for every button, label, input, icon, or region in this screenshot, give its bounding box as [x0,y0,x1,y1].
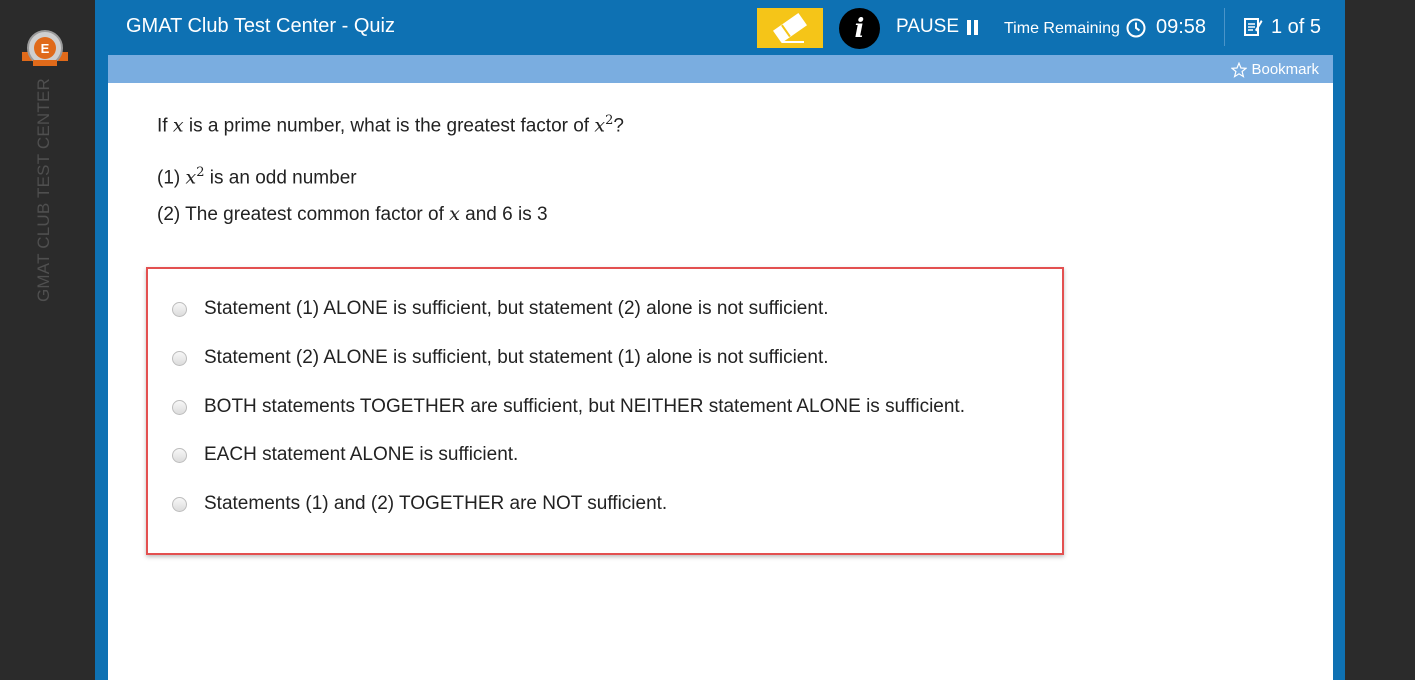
answer-option-a[interactable]: Statement (1) ALONE is sufficient, but s… [172,298,829,320]
radio-button[interactable] [172,447,187,463]
svg-text:E: E [41,41,50,56]
header-divider [1224,8,1225,46]
quiz-window: GMAT Club Test Center - Quiz i PAUSE Tim… [95,0,1345,680]
right-rail [1345,0,1415,680]
statement-text: is an odd number [204,167,357,189]
statement-text: (1) [157,167,186,189]
answer-option-d[interactable]: EACH statement ALONE is sufficient. [172,444,518,466]
question-panel: If x is a prime number, what is the grea… [108,83,1333,680]
answer-label: Statement (2) ALONE is sufficient, but s… [204,347,829,368]
answer-label: Statement (1) ALONE is sufficient, but s… [204,298,829,319]
question-stem: If x is a prime number, what is the grea… [157,113,624,137]
question-progress: 1 of 5 [1271,16,1322,38]
statement-text: and 6 is 3 [459,204,548,225]
answer-label: Statements (1) and (2) TOGETHER are NOT … [204,493,668,514]
answer-label: EACH statement ALONE is sufficient. [204,444,519,465]
vertical-brand-title: GMAT CLUB TEST CENTER [34,78,53,302]
pause-button[interactable]: PAUSE [896,16,979,38]
info-button[interactable]: i [839,8,880,49]
math-variable: x [449,203,460,225]
math-variable: x [594,114,606,137]
stem-text: ? [613,115,624,137]
sub-toolbar: Bookmark [108,55,1333,83]
radio-button[interactable] [172,301,187,317]
answer-option-e[interactable]: Statements (1) and (2) TOGETHER are NOT … [172,493,667,515]
stem-text: is a prime number, what is the greatest … [183,115,595,137]
notes-icon [1244,18,1263,36]
timer-value: 09:58 [1156,16,1207,38]
radio-button[interactable] [172,350,187,366]
radio-button[interactable] [172,399,187,415]
pause-icon [967,19,979,35]
time-remaining-label: Time Remaining [1004,20,1120,37]
left-rail: E GMAT CLUB TEST CENTER [0,0,95,680]
bookmark-button[interactable]: Bookmark [1231,61,1319,78]
answer-choices: Statement (1) ALONE is sufficient, but s… [146,267,1064,555]
answer-label: BOTH statements TOGETHER are sufficient,… [204,396,965,417]
statement-2: (2) The greatest common factor of x and … [157,203,548,226]
logo-badge-icon: E [22,30,68,66]
math-variable: x [172,114,184,137]
statement-text: (2) The greatest common factor of [157,204,450,225]
clock-icon [1126,18,1146,38]
stem-text: If [157,115,173,137]
pause-label: PAUSE [896,16,960,37]
eraser-icon [773,12,807,44]
app-title: GMAT Club Test Center - Quiz [126,15,395,37]
statement-1: (1) x2 is an odd number [157,165,357,189]
header-bar: GMAT Club Test Center - Quiz i PAUSE Tim… [95,0,1345,55]
radio-button[interactable] [172,496,187,512]
answer-option-c[interactable]: BOTH statements TOGETHER are sufficient,… [172,396,965,418]
eraser-button[interactable] [757,8,823,48]
math-exponent: 2 [196,165,205,180]
star-icon [1231,61,1248,78]
info-icon: i [854,13,865,44]
math-variable: x [185,166,197,189]
bookmark-label: Bookmark [1251,61,1319,78]
answer-option-b[interactable]: Statement (2) ALONE is sufficient, but s… [172,347,829,369]
